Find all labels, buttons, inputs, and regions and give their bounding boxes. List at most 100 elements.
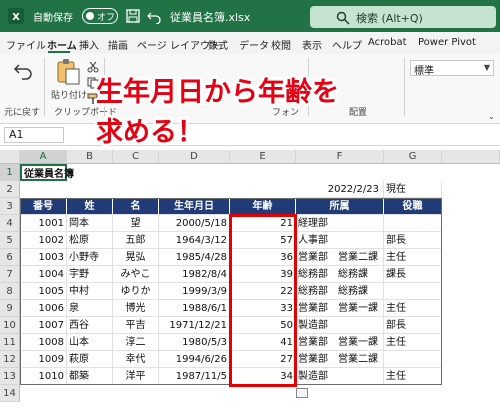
tab-power-pivot[interactable]: Power Pivot <box>418 37 476 48</box>
table-cell[interactable] <box>384 283 442 300</box>
table-header-cell[interactable]: 名 <box>113 198 159 215</box>
row-header-3[interactable]: 3 <box>0 198 20 215</box>
table-header-cell[interactable]: 役職 <box>384 198 442 215</box>
table-cell[interactable]: 1005 <box>20 283 67 300</box>
row-header-4[interactable]: 4 <box>0 215 20 232</box>
table-cell[interactable]: 部長 <box>384 232 442 249</box>
table-cell[interactable]: 都築 <box>67 368 113 385</box>
tab-file[interactable]: ファイル <box>6 37 46 52</box>
row-header-11[interactable]: 11 <box>0 334 20 351</box>
cell-f2-date[interactable]: 2022/2/23 <box>296 181 384 198</box>
autosave-toggle[interactable]: オフ <box>82 8 118 24</box>
row-header-12[interactable]: 12 <box>0 351 20 368</box>
table-cell[interactable]: 山本 <box>67 334 113 351</box>
table-cell[interactable]: 中村 <box>67 283 113 300</box>
table-cell[interactable]: 1987/11/5 <box>159 368 230 385</box>
column-header-b[interactable]: B <box>67 150 113 164</box>
table-cell[interactable]: 39 <box>230 266 296 283</box>
table-cell[interactable]: 総務部 総務課 <box>296 283 384 300</box>
row-header-6[interactable]: 6 <box>0 249 20 266</box>
tab-help[interactable]: ヘルプ <box>332 37 362 52</box>
column-header-e[interactable]: E <box>230 150 296 164</box>
table-cell[interactable]: 21 <box>230 215 296 232</box>
cell-a1-title[interactable]: 従業員名簿 <box>20 164 74 181</box>
table-header-cell[interactable]: 姓 <box>67 198 113 215</box>
table-cell[interactable]: 経理部 <box>296 215 384 232</box>
row-header-13[interactable]: 13 <box>0 368 20 385</box>
table-cell[interactable]: 1001 <box>20 215 67 232</box>
select-all-corner[interactable] <box>0 150 20 164</box>
table-cell[interactable]: 人事部 <box>296 232 384 249</box>
paste-icon[interactable] <box>55 58 81 86</box>
table-cell[interactable]: 宇野 <box>67 266 113 283</box>
table-cell[interactable]: 製造部 <box>296 368 384 385</box>
table-cell[interactable]: 主任 <box>384 300 442 317</box>
table-cell[interactable]: 主任 <box>384 368 442 385</box>
table-cell[interactable]: 33 <box>230 300 296 317</box>
column-header-a[interactable]: A <box>20 150 67 164</box>
table-cell[interactable]: 2000/5/18 <box>159 215 230 232</box>
table-cell[interactable]: 1999/3/9 <box>159 283 230 300</box>
ribbon-expand-icon[interactable]: ⌄ <box>488 112 498 122</box>
table-cell[interactable]: 1985/4/28 <box>159 249 230 266</box>
table-header-cell[interactable]: 生年月日 <box>159 198 230 215</box>
quick-analysis-icon[interactable] <box>296 388 308 398</box>
number-format-select[interactable]: 標準 ▼ <box>410 60 494 77</box>
tab-draw[interactable]: 描画 <box>108 37 128 52</box>
table-cell[interactable]: 課長 <box>384 266 442 283</box>
table-cell[interactable]: 1980/5/3 <box>159 334 230 351</box>
table-cell[interactable]: 製造部 <box>296 317 384 334</box>
cell-g2-date-suffix[interactable]: 現在 <box>384 181 442 198</box>
table-cell[interactable]: 岡本 <box>67 215 113 232</box>
tab-view[interactable]: 表示 <box>302 37 322 52</box>
table-cell[interactable]: みやこ <box>113 266 159 283</box>
tab-formulas[interactable]: 数式 <box>208 37 228 52</box>
table-cell[interactable]: 松原 <box>67 232 113 249</box>
tab-acrobat[interactable]: Acrobat <box>368 37 407 48</box>
table-cell[interactable]: 営業部 営業二課 <box>296 249 384 266</box>
table-cell[interactable]: 主任 <box>384 334 442 351</box>
column-header-f[interactable]: F <box>296 150 384 164</box>
table-cell[interactable]: 営業部 営業一課 <box>296 334 384 351</box>
table-cell[interactable]: 1964/3/12 <box>159 232 230 249</box>
tab-review[interactable]: 校閲 <box>271 37 291 52</box>
table-cell[interactable]: 平吉 <box>113 317 159 334</box>
table-cell[interactable] <box>384 215 442 232</box>
worksheet-grid[interactable]: A B C D E F G 1 2 3 4 5 6 7 8 9 10 11 12 13 14 従業員名簿 2022/2/23… <box>0 150 500 406</box>
table-cell[interactable]: ゆりか <box>113 283 159 300</box>
table-cell[interactable]: 望 <box>113 215 159 232</box>
table-cell[interactable] <box>384 351 442 368</box>
table-header-cell[interactable]: 番号 <box>20 198 67 215</box>
table-cell[interactable]: 41 <box>230 334 296 351</box>
row-header-8[interactable]: 8 <box>0 283 20 300</box>
table-cell[interactable]: 1982/8/4 <box>159 266 230 283</box>
table-cell[interactable]: 22 <box>230 283 296 300</box>
table-cell[interactable]: 27 <box>230 351 296 368</box>
table-cell[interactable]: 総務部 総務課 <box>296 266 384 283</box>
table-cell[interactable]: 晃弘 <box>113 249 159 266</box>
undo-icon[interactable] <box>146 8 162 25</box>
table-cell[interactable]: 34 <box>230 368 296 385</box>
cut-icon[interactable] <box>87 58 99 73</box>
column-header-c[interactable]: C <box>113 150 159 164</box>
table-cell[interactable]: 営業部 営業一課 <box>296 300 384 317</box>
row-header-2[interactable]: 2 <box>0 181 20 198</box>
row-header-7[interactable]: 7 <box>0 266 20 283</box>
table-cell[interactable]: 小野寺 <box>67 249 113 266</box>
tab-data[interactable]: データ <box>239 37 269 52</box>
table-cell[interactable]: 1988/6/1 <box>159 300 230 317</box>
paste-label[interactable]: 貼り付け <box>51 88 87 101</box>
row-header-1[interactable]: 1 <box>0 164 20 181</box>
tab-home[interactable]: ホーム <box>47 37 77 52</box>
table-cell[interactable]: 1002 <box>20 232 67 249</box>
table-cell[interactable]: 1010 <box>20 368 67 385</box>
table-cell[interactable]: 1007 <box>20 317 67 334</box>
table-cell[interactable]: 1004 <box>20 266 67 283</box>
save-icon[interactable] <box>125 8 141 24</box>
table-cell[interactable]: 淳二 <box>113 334 159 351</box>
table-cell[interactable]: 幸代 <box>113 351 159 368</box>
table-cell[interactable]: 1994/6/26 <box>159 351 230 368</box>
table-header-cell[interactable]: 年齢 <box>230 198 296 215</box>
table-cell[interactable]: 1009 <box>20 351 67 368</box>
row-header-10[interactable]: 10 <box>0 317 20 334</box>
